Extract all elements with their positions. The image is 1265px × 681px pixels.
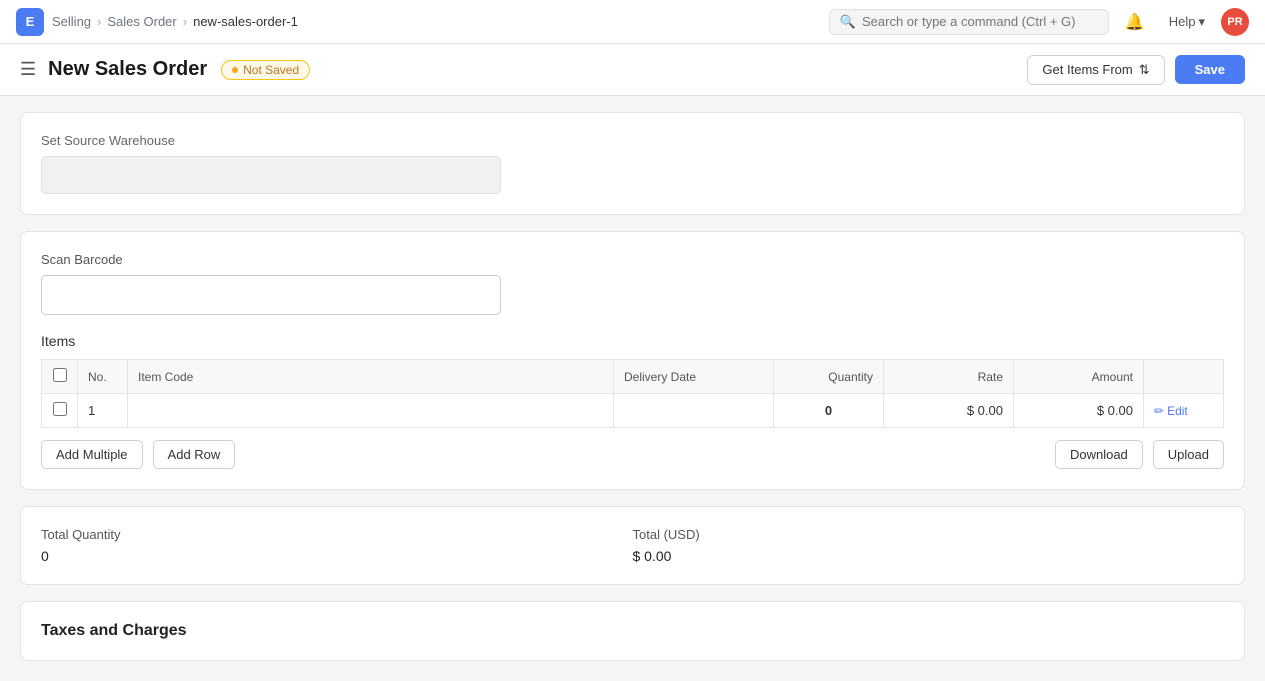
breadcrumb-sep-2: ›	[183, 14, 187, 29]
help-menu[interactable]: Help ▾	[1161, 10, 1213, 34]
page-header: ☰ New Sales Order Not Saved Get Items Fr…	[0, 44, 1265, 96]
select-all-checkbox[interactable]	[53, 368, 67, 382]
totals-card: Total Quantity 0 Total (USD) $ 0.00	[20, 506, 1245, 585]
table-actions: Add Multiple Add Row Download Upload	[41, 440, 1224, 469]
save-button[interactable]: Save	[1175, 55, 1245, 84]
col-header-amount: Amount	[1014, 360, 1144, 394]
col-header-delivery-date: Delivery Date	[614, 360, 774, 394]
sidebar-toggle[interactable]: ☰	[20, 59, 36, 80]
breadcrumb: Selling › Sales Order › new-sales-order-…	[52, 14, 298, 29]
edit-row-button[interactable]: ✏ Edit	[1154, 404, 1188, 418]
row-delivery-date[interactable]	[614, 394, 774, 428]
get-items-label: Get Items From	[1042, 62, 1132, 77]
col-header-rate: Rate	[884, 360, 1014, 394]
totals-section: Total Quantity 0 Total (USD) $ 0.00	[41, 527, 1224, 564]
row-amount: $ 0.00	[1014, 394, 1144, 428]
add-row-button[interactable]: Add Row	[153, 440, 236, 469]
notification-bell[interactable]: 🔔	[1117, 8, 1153, 36]
get-items-from-button[interactable]: Get Items From ⇅	[1027, 55, 1164, 85]
taxes-heading: Taxes and Charges	[41, 622, 1224, 640]
table-row: 1 0 $ 0.00 $ 0.00 ✏ Edit	[42, 394, 1224, 428]
page-title: New Sales Order	[48, 58, 207, 81]
breadcrumb-selling[interactable]: Selling	[52, 14, 91, 29]
not-saved-badge: Not Saved	[221, 60, 310, 80]
top-nav: E Selling › Sales Order › new-sales-orde…	[0, 0, 1265, 44]
row-rate[interactable]: $ 0.00	[884, 394, 1014, 428]
row-edit-cell: ✏ Edit	[1144, 394, 1224, 428]
not-saved-label: Not Saved	[243, 63, 299, 77]
row-checkbox[interactable]	[53, 402, 67, 416]
source-warehouse-label: Set Source Warehouse	[41, 133, 1224, 148]
search-bar[interactable]: 🔍	[829, 9, 1109, 35]
search-icon: 🔍	[840, 14, 856, 30]
row-item-code[interactable]	[128, 394, 614, 428]
breadcrumb-current: new-sales-order-1	[193, 14, 298, 29]
row-no: 1	[78, 394, 128, 428]
col-header-no: No.	[78, 360, 128, 394]
upload-button[interactable]: Upload	[1153, 440, 1224, 469]
not-saved-dot	[232, 67, 238, 73]
app-icon[interactable]: E	[16, 8, 44, 36]
warehouse-input[interactable]	[41, 156, 501, 194]
avatar[interactable]: PR	[1221, 8, 1249, 36]
col-header-checkbox	[42, 360, 78, 394]
items-table: No. Item Code Delivery Date Quantity Rat…	[41, 359, 1224, 428]
main-content: Set Source Warehouse Scan Barcode Items …	[0, 96, 1265, 681]
row-checkbox-cell	[42, 394, 78, 428]
col-header-action	[1144, 360, 1224, 394]
table-right-actions: Download Upload	[1055, 440, 1224, 469]
edit-icon: ✏	[1154, 404, 1164, 418]
items-section-label: Items	[41, 333, 1224, 349]
search-input[interactable]	[862, 14, 1098, 29]
taxes-card: Taxes and Charges	[20, 601, 1245, 661]
totals-left: Total Quantity 0	[41, 527, 633, 564]
col-header-quantity: Quantity	[774, 360, 884, 394]
add-multiple-button[interactable]: Add Multiple	[41, 440, 143, 469]
total-quantity-value: 0	[41, 548, 633, 564]
items-card: Scan Barcode Items No. Item Code Deliver…	[20, 231, 1245, 490]
source-warehouse-card: Set Source Warehouse	[20, 112, 1245, 215]
chevron-down-icon: ▾	[1198, 14, 1205, 30]
total-quantity-label: Total Quantity	[41, 527, 633, 542]
scan-barcode-label: Scan Barcode	[41, 252, 1224, 267]
totals-right: Total (USD) $ 0.00	[633, 527, 1225, 564]
download-button[interactable]: Download	[1055, 440, 1143, 469]
total-usd-value: $ 0.00	[633, 548, 1225, 564]
col-header-item-code: Item Code	[128, 360, 614, 394]
edit-label: Edit	[1167, 404, 1188, 418]
breadcrumb-sep-1: ›	[97, 14, 101, 29]
scan-barcode-input[interactable]	[41, 275, 501, 315]
row-quantity[interactable]: 0	[774, 394, 884, 428]
chevron-updown-icon: ⇅	[1139, 62, 1150, 78]
total-usd-label: Total (USD)	[633, 527, 1225, 542]
breadcrumb-sales-order[interactable]: Sales Order	[107, 14, 176, 29]
